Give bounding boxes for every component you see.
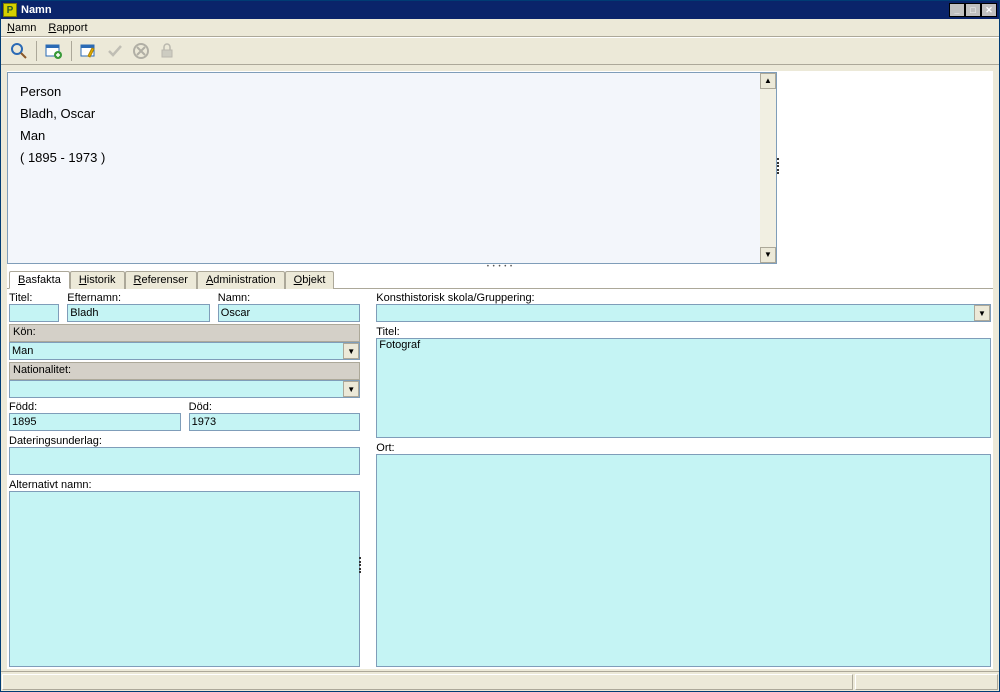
content-area: Person Bladh, Oscar Man ( 1895 - 1973 ) …: [7, 71, 993, 669]
label-kon: Kön:: [9, 324, 360, 342]
summary-scrollbar[interactable]: ▲ ▼: [760, 73, 776, 263]
lock-icon: [155, 40, 179, 62]
summary-dates: ( 1895 - 1973 ): [20, 147, 764, 169]
search-icon[interactable]: [7, 40, 31, 62]
label-titel: Titel:: [9, 291, 59, 304]
label-fodd: Född:: [9, 400, 181, 413]
label-dateringsunderlag: Dateringsunderlag:: [9, 434, 360, 447]
kon-dropdown-icon[interactable]: ▼: [343, 343, 359, 359]
scroll-down-icon[interactable]: ▼: [760, 247, 776, 263]
kon-combo[interactable]: [9, 342, 360, 360]
summary-name: Bladh, Oscar: [20, 103, 764, 125]
efternamn-field[interactable]: [67, 304, 209, 322]
summary-panel: Person Bladh, Oscar Man ( 1895 - 1973 ) …: [7, 72, 777, 264]
title-bar: P Namn _ □ ✕: [1, 1, 999, 19]
window-title: Namn: [21, 4, 949, 16]
tab-administration[interactable]: Administration: [197, 271, 285, 289]
nationalitet-dropdown-icon[interactable]: ▼: [343, 381, 359, 397]
status-cell-main: [2, 674, 853, 690]
label-dod: Död:: [189, 400, 361, 413]
menu-rapport[interactable]: Rapport: [48, 22, 87, 34]
tab-historik[interactable]: Historik: [70, 271, 125, 289]
alternativt-field[interactable]: [9, 491, 360, 667]
confirm-icon: [103, 40, 127, 62]
label-nationalitet: Nationalitet:: [9, 362, 360, 380]
menu-namn[interactable]: Namn: [7, 22, 36, 34]
label-alternativt: Alternativt namn:: [9, 478, 360, 491]
tab-objekt[interactable]: Objekt: [285, 271, 335, 289]
summary-gender: Man: [20, 125, 764, 147]
splitter-grip-icon[interactable]: [777, 158, 781, 174]
label-ort: Ort:: [376, 441, 991, 454]
edit-icon[interactable]: [77, 40, 101, 62]
tab-body: Titel: Efternamn: Namn: Kön: ▼ Nationali…: [7, 288, 993, 669]
label-efternamn: Efternamn:: [67, 291, 209, 304]
label-titel2: Titel:: [376, 325, 991, 338]
titel-field[interactable]: [9, 304, 59, 322]
nationalitet-combo[interactable]: [9, 380, 360, 398]
dod-field[interactable]: [189, 413, 361, 431]
toolbar: [1, 37, 999, 65]
maximize-button[interactable]: □: [965, 3, 981, 17]
konsthist-combo[interactable]: [376, 304, 991, 322]
app-icon: P: [3, 3, 17, 17]
vertical-splitter-icon[interactable]: [359, 557, 363, 573]
menu-bar: Namn Rapport: [1, 19, 999, 37]
ort-field[interactable]: [376, 454, 991, 667]
dateringsunderlag-field[interactable]: [9, 447, 360, 475]
new-record-icon[interactable]: [42, 40, 66, 62]
fodd-field[interactable]: [9, 413, 181, 431]
scroll-up-icon[interactable]: ▲: [760, 73, 776, 89]
status-bar: [1, 671, 999, 691]
tab-referenser[interactable]: Referenser: [125, 271, 197, 289]
cancel-icon: [129, 40, 153, 62]
namn-field[interactable]: [218, 304, 360, 322]
summary-side-panel: [783, 72, 993, 264]
close-button[interactable]: ✕: [981, 3, 997, 17]
label-namn: Namn:: [218, 291, 360, 304]
minimize-button[interactable]: _: [949, 3, 965, 17]
label-konsthist: Konsthistorisk skola/Gruppering:: [376, 291, 991, 304]
titel2-field[interactable]: [376, 338, 991, 438]
tab-basfakta[interactable]: Basfakta: [9, 271, 70, 289]
konsthist-dropdown-icon[interactable]: ▼: [974, 305, 990, 321]
tab-strip: Basfakta Historik Referenser Administrat…: [7, 270, 993, 288]
summary-type: Person: [20, 81, 764, 103]
status-cell-right: [855, 674, 998, 690]
